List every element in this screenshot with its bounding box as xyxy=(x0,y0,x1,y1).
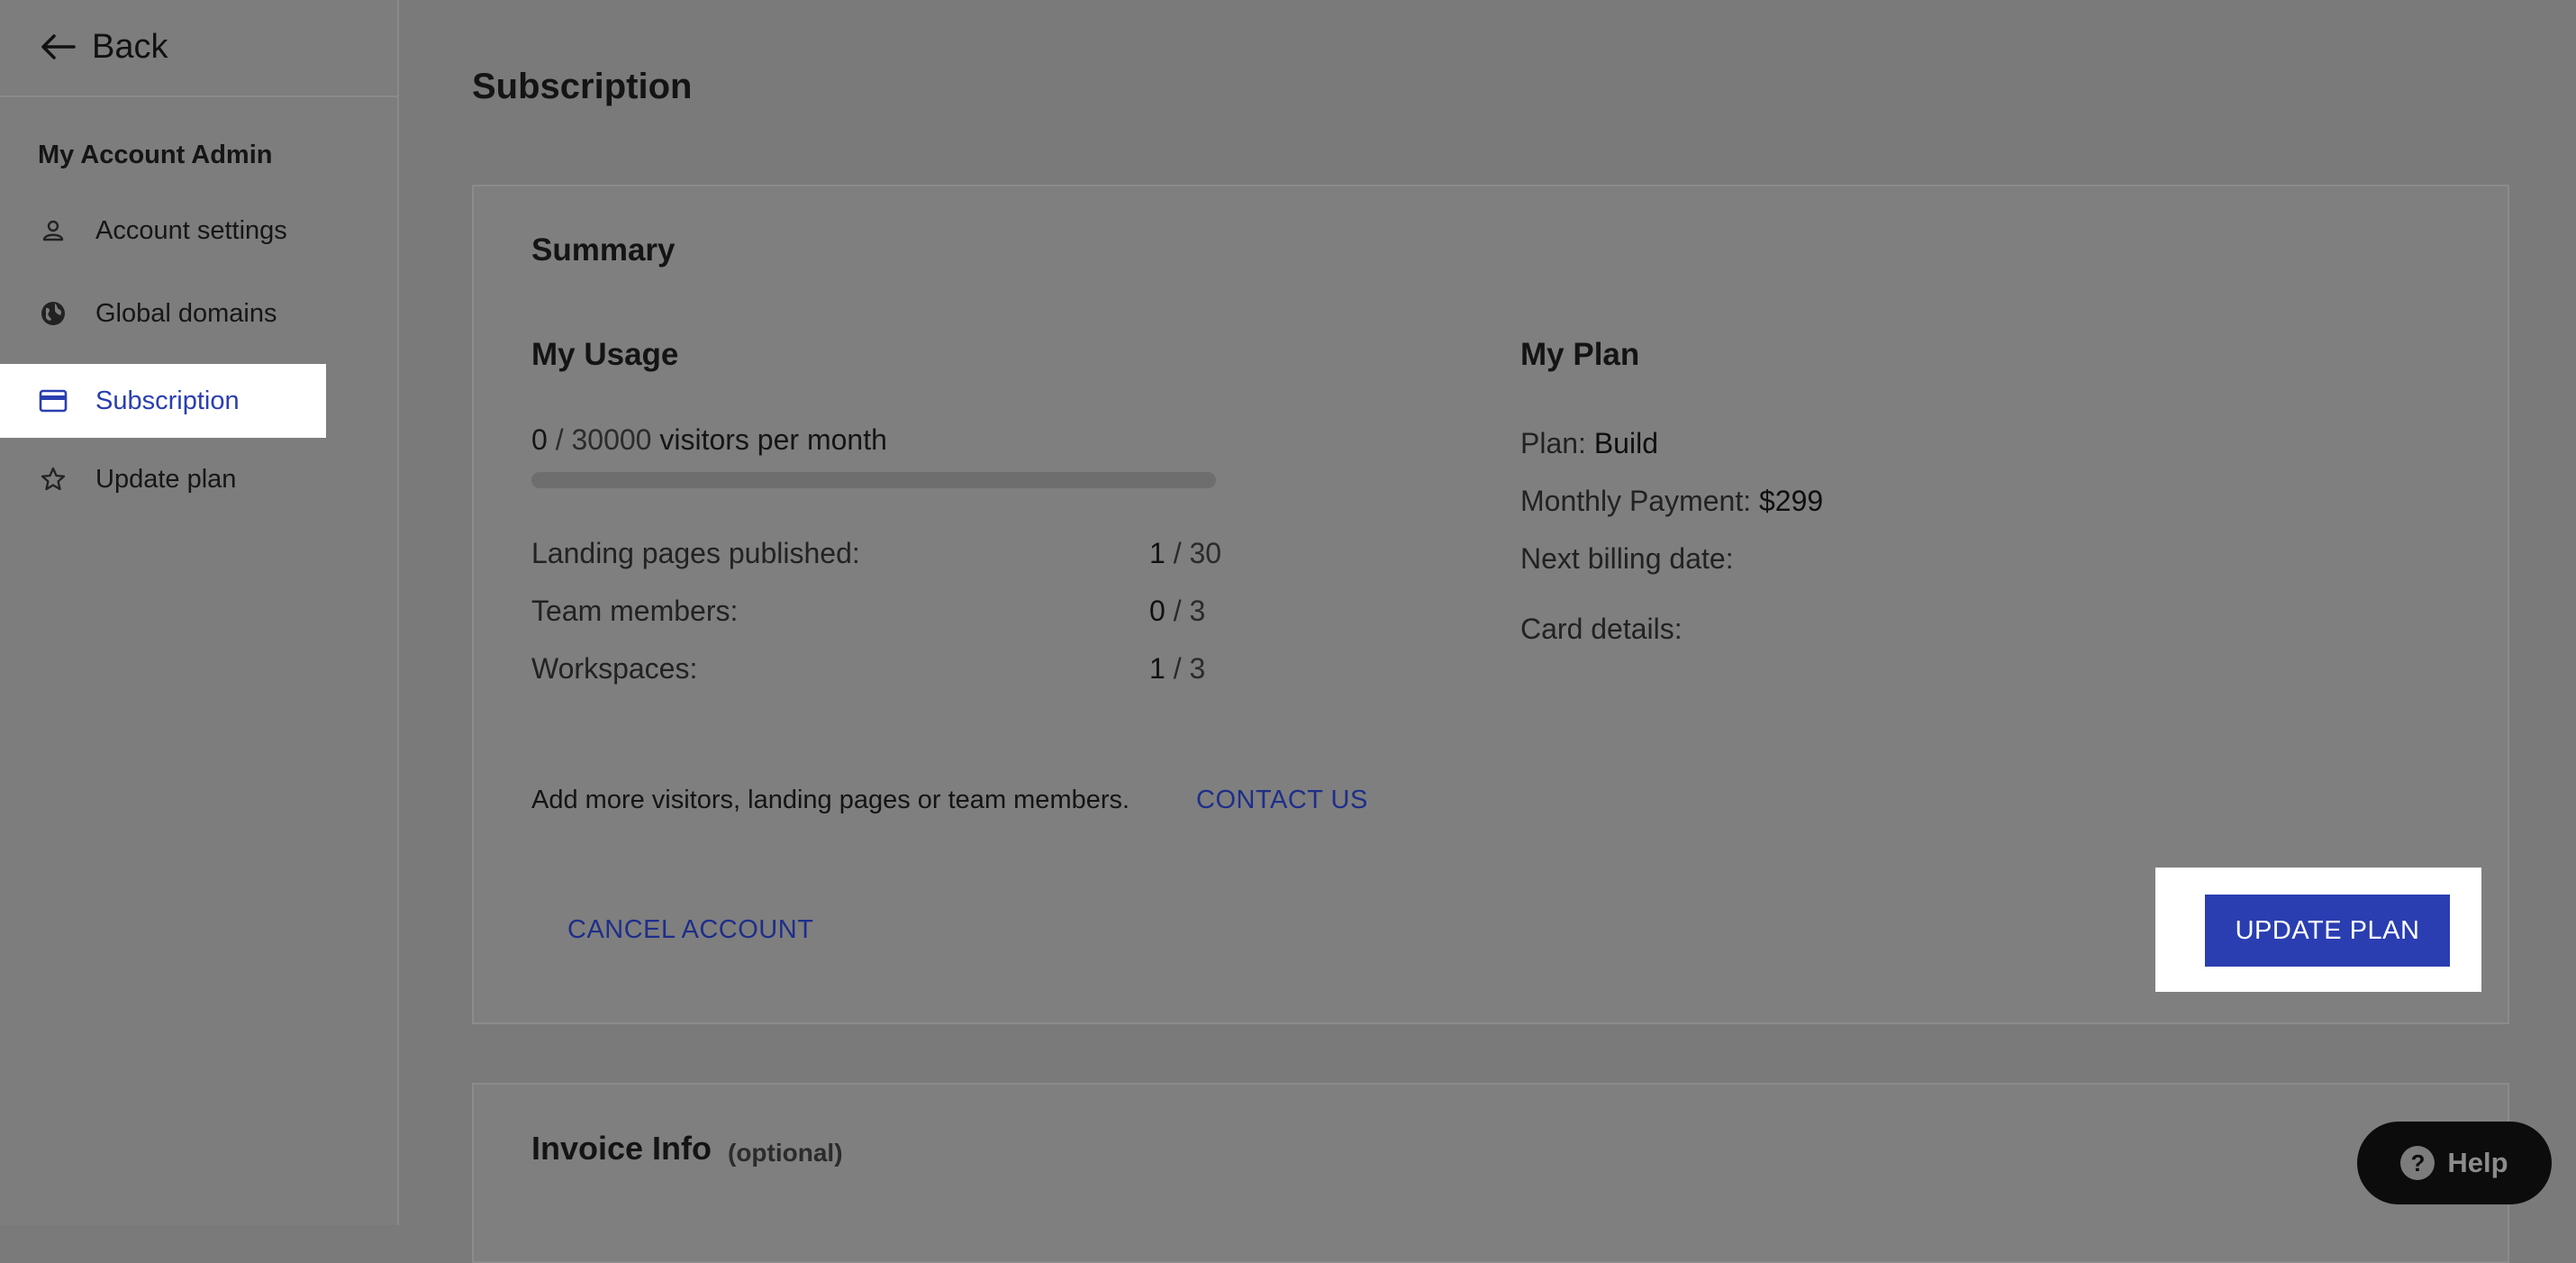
star-icon xyxy=(38,464,68,495)
visitors-usage: 0 / 30000 visitors per month xyxy=(531,423,887,456)
sidebar-item-subscription[interactable]: Subscription xyxy=(0,364,326,438)
question-icon: ? xyxy=(2400,1146,2435,1180)
stat-limit: 3 xyxy=(1189,595,1206,627)
payment-row: Monthly Payment: $299 xyxy=(1520,485,1823,518)
payment-value: $299 xyxy=(1759,485,1824,517)
help-button[interactable]: ? Help xyxy=(2357,1122,2552,1204)
sidebar-item-update-plan[interactable]: Update plan xyxy=(0,442,326,516)
usage-heading: My Usage xyxy=(531,337,679,372)
summary-heading: Summary xyxy=(531,232,676,268)
stat-used: 1 xyxy=(1149,652,1166,685)
back-button[interactable]: Back xyxy=(40,22,168,72)
sidebar-section-title: My Account Admin xyxy=(38,141,273,169)
plan-label: Plan: xyxy=(1520,427,1586,459)
stat-used: 1 xyxy=(1149,537,1166,569)
card-details-row: Card details: xyxy=(1520,613,1683,646)
update-plan-button[interactable]: UPDATE PLAN xyxy=(2205,895,2450,967)
invoice-card xyxy=(472,1083,2509,1263)
visitors-limit: 30000 xyxy=(571,423,652,456)
stat-limit: 30 xyxy=(1189,537,1222,569)
visitors-progress-bar xyxy=(531,472,1216,488)
credit-card-icon xyxy=(38,386,68,416)
invoice-optional-label: (optional) xyxy=(728,1139,843,1167)
stat-label-landing-pages: Landing pages published: xyxy=(531,537,860,569)
sidebar-item-account-settings[interactable]: Account settings xyxy=(0,194,326,268)
contact-us-link[interactable]: CONTACT US xyxy=(1196,786,1368,815)
stat-value-landing-pages: 1 / 30 xyxy=(1149,537,1222,569)
payment-label: Monthly Payment: xyxy=(1520,485,1752,517)
stat-value-team-members: 0 / 3 xyxy=(1149,595,1206,627)
stat-limit: 3 xyxy=(1189,652,1206,685)
stat-value-workspaces: 1 / 3 xyxy=(1149,652,1206,685)
sidebar-divider xyxy=(0,95,397,97)
visitors-suffix: visitors per month xyxy=(659,423,887,456)
card-details-label: Card details: xyxy=(1520,613,1683,645)
help-label: Help xyxy=(2447,1147,2508,1178)
billing-date-label: Next billing date: xyxy=(1520,542,1734,575)
stat-label-workspaces: Workspaces: xyxy=(531,652,698,685)
page-title: Subscription xyxy=(472,67,693,106)
sidebar-item-label: Update plan xyxy=(95,464,237,494)
visitors-used: 0 xyxy=(531,423,548,456)
add-more-text: Add more visitors, landing pages or team… xyxy=(531,786,1130,814)
arrow-left-icon xyxy=(40,33,76,60)
stat-used: 0 xyxy=(1149,595,1166,627)
billing-date-row: Next billing date: xyxy=(1520,542,1734,576)
person-icon xyxy=(38,215,68,246)
plan-value: Build xyxy=(1593,427,1658,459)
plan-heading: My Plan xyxy=(1520,337,1640,372)
cancel-account-link[interactable]: CANCEL ACCOUNT xyxy=(567,915,813,945)
sidebar: Back My Account Admin Account settings G… xyxy=(0,0,399,1225)
sidebar-item-label: Global domains xyxy=(95,298,277,328)
sidebar-item-label: Account settings xyxy=(95,215,287,245)
plan-row: Plan: Build xyxy=(1520,427,1658,460)
sidebar-item-global-domains[interactable]: Global domains xyxy=(0,277,326,350)
invoice-heading: Invoice Info xyxy=(531,1130,712,1167)
globe-icon xyxy=(38,298,68,329)
stat-label-team-members: Team members: xyxy=(531,595,739,627)
sidebar-item-label: Subscription xyxy=(95,386,240,415)
back-label: Back xyxy=(92,27,168,66)
